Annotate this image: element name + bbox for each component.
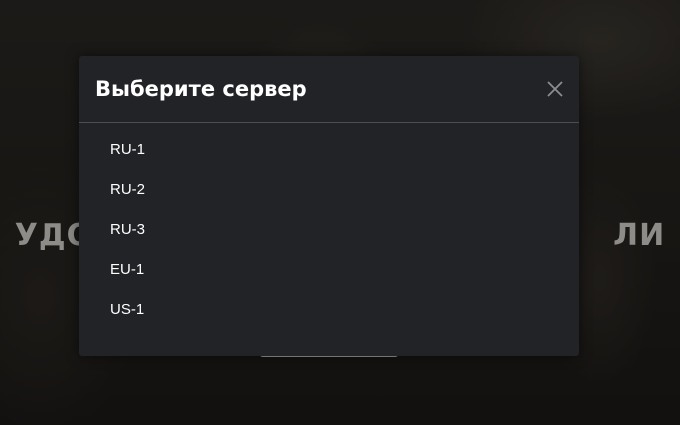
close-icon bbox=[547, 81, 563, 97]
server-list: RU-1 RU-2 RU-3 EU-1 US-1 bbox=[79, 140, 579, 340]
server-item-eu-1[interactable]: EU-1 bbox=[79, 260, 579, 300]
page: УДО ЛИ Выберите сервер RU-1 RU-2 RU-3 EU-… bbox=[0, 0, 680, 425]
server-item-us-1[interactable]: US-1 bbox=[79, 300, 579, 340]
server-label: RU-1 bbox=[110, 141, 146, 158]
server-label: RU-3 bbox=[110, 221, 146, 238]
server-label: EU-1 bbox=[110, 261, 145, 278]
modal-title: Выберите сервер bbox=[95, 77, 307, 101]
server-item-ru-3[interactable]: RU-3 bbox=[79, 220, 579, 260]
server-label: RU-2 bbox=[110, 181, 146, 198]
server-item-ru-2[interactable]: RU-2 bbox=[79, 180, 579, 220]
server-item-ru-1[interactable]: RU-1 bbox=[79, 140, 579, 180]
close-button[interactable] bbox=[545, 79, 565, 99]
server-label: US-1 bbox=[110, 301, 145, 318]
server-select-modal: Выберите сервер RU-1 RU-2 RU-3 EU-1 US-1 bbox=[79, 56, 579, 356]
modal-header: Выберите сервер bbox=[79, 56, 579, 123]
headline-right: ЛИ bbox=[613, 218, 666, 253]
